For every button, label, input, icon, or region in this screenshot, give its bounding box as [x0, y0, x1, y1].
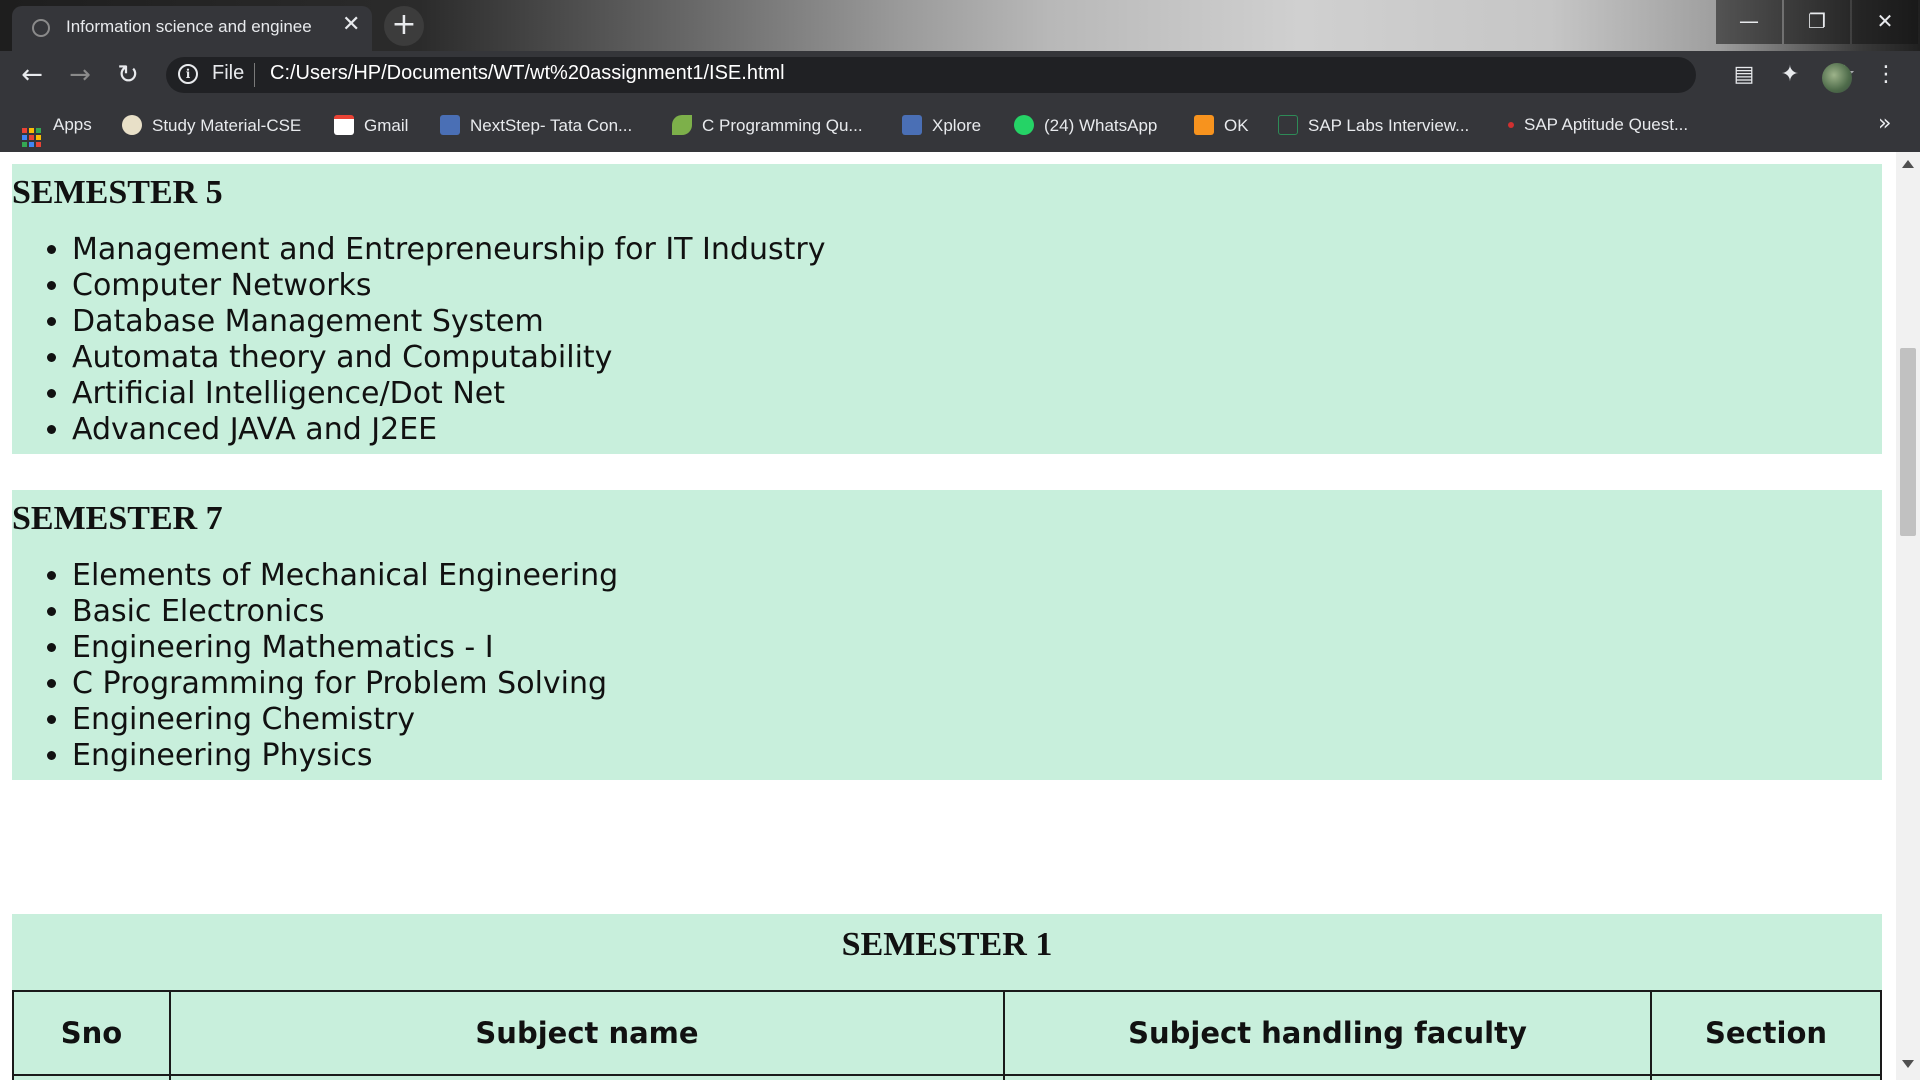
list-item: Engineering Mathematics - I — [72, 630, 618, 666]
bookmark-nextstep[interactable]: NextStep- Tata Con... — [440, 115, 632, 136]
address-bar[interactable]: i File C:/Users/HP/Documents/WT/wt%20ass… — [166, 57, 1856, 93]
semester-1-table: Sno Subject name Subject handling facult… — [12, 990, 1882, 1080]
apps-grid-icon — [22, 128, 41, 147]
menu-kebab-icon[interactable]: ⋮ — [1872, 61, 1900, 89]
browser-tab[interactable]: Information science and enginee ✕ — [12, 6, 372, 51]
semester-1-heading: SEMESTER 1 — [841, 926, 1053, 963]
semester-5-list: Management and Entrepreneurship for IT I… — [12, 232, 825, 448]
semester-7-section: SEMESTER 7 Elements of Mechanical Engine… — [12, 490, 1882, 780]
profile-avatar[interactable] — [1822, 63, 1852, 93]
list-item: Engineering Physics — [72, 738, 618, 774]
tab-title: Information science and enginee — [66, 17, 312, 36]
tata-icon — [902, 115, 922, 135]
globe-icon — [32, 19, 50, 37]
bookmark-ok[interactable]: OK — [1194, 115, 1249, 136]
table-cell — [169, 1074, 1005, 1080]
table-cell — [12, 1074, 171, 1080]
tata-icon — [440, 115, 460, 135]
scroll-up-arrow-icon[interactable] — [1902, 160, 1914, 168]
bookmarks-bar: Apps Study Material-CSE Gmail NextStep- … — [0, 99, 1920, 153]
bookmark-sap-aptitude[interactable]: SAP Aptitude Quest... — [1508, 115, 1688, 135]
page-content: SEMESTER 5 Management and Entrepreneursh… — [0, 152, 1896, 1080]
column-header-subject-name: Subject name — [169, 990, 1005, 1076]
sap-icon — [1278, 115, 1298, 135]
semester-5-heading: SEMESTER 5 — [12, 174, 223, 211]
semester-1-section: SEMESTER 1 Sno Subject name Subject hand… — [12, 914, 1882, 1080]
table-header-row: Sno Subject name Subject handling facult… — [12, 990, 1882, 1076]
study-material-icon — [122, 115, 142, 135]
vertical-scrollbar[interactable] — [1896, 152, 1920, 1080]
list-item: Engineering Chemistry — [72, 702, 618, 738]
leaf-icon — [672, 115, 692, 135]
back-arrow-icon[interactable]: ← — [12, 55, 52, 95]
bookmark-c-programming[interactable]: C Programming Qu... — [672, 115, 863, 136]
list-item: Management and Entrepreneurship for IT I… — [72, 232, 825, 268]
url-text[interactable]: C:/Users/HP/Documents/WT/wt%20assignment… — [270, 62, 785, 85]
whatsapp-icon — [1014, 115, 1034, 135]
column-header-faculty: Subject handling faculty — [1003, 990, 1652, 1076]
list-item: Artificial Intelligence/Dot Net — [72, 376, 825, 412]
semester-5-section: SEMESTER 5 Management and Entrepreneursh… — [12, 164, 1882, 454]
bookmark-gmail[interactable]: Gmail — [334, 115, 408, 136]
title-bar: Information science and enginee ✕ + — ❐ … — [0, 0, 1920, 51]
reload-icon[interactable]: ↻ — [108, 55, 148, 95]
bookmark-label: OK — [1224, 116, 1249, 135]
bookmark-label: Xplore — [932, 116, 982, 135]
minimize-button[interactable]: — — [1716, 0, 1782, 44]
column-header-sno: Sno — [12, 990, 171, 1076]
address-separator — [254, 63, 255, 87]
tab-close-icon[interactable]: ✕ — [342, 12, 360, 37]
table-cell — [1003, 1074, 1652, 1080]
bookmark-label: NextStep- Tata Con... — [470, 116, 633, 135]
bookmark-apps[interactable]: Apps — [22, 115, 92, 147]
bookmark-study-material[interactable]: Study Material-CSE — [122, 115, 301, 136]
forward-arrow-icon[interactable]: → — [60, 55, 100, 95]
close-window-button[interactable]: ✕ — [1852, 0, 1918, 44]
scroll-down-arrow-icon[interactable] — [1902, 1060, 1914, 1068]
bookmark-sap-labs[interactable]: SAP Labs Interview... — [1278, 115, 1469, 136]
list-item: Basic Electronics — [72, 594, 618, 630]
list-item: Database Management System — [72, 304, 825, 340]
bookmark-label: Study Material-CSE — [152, 116, 302, 135]
table-cell — [1650, 1074, 1882, 1080]
gmail-icon — [334, 115, 354, 135]
browser-toolbar: ← → ↻ i File C:/Users/HP/Documents/WT/wt… — [0, 51, 1920, 99]
list-item: Advanced JAVA and J2EE — [72, 412, 825, 448]
info-icon[interactable]: i — [178, 64, 198, 84]
column-header-section: Section — [1650, 990, 1882, 1076]
bookmark-xplore[interactable]: Xplore — [902, 115, 981, 136]
bookmarks-overflow-button[interactable]: » — [1878, 111, 1891, 136]
bookmark-label: C Programming Qu... — [702, 116, 863, 135]
dot-icon — [1508, 122, 1514, 128]
semester-7-list: Elements of Mechanical Engineering Basic… — [12, 558, 618, 774]
reading-list-icon[interactable]: ▤ — [1730, 61, 1758, 89]
bookmark-label: (24) WhatsApp — [1044, 116, 1158, 135]
restore-button[interactable]: ❐ — [1784, 0, 1850, 44]
extensions-puzzle-icon[interactable]: ✦ — [1776, 61, 1804, 89]
list-item: Elements of Mechanical Engineering — [72, 558, 618, 594]
bookmark-whatsapp[interactable]: (24) WhatsApp — [1014, 115, 1157, 136]
table-row — [12, 1074, 1882, 1080]
bookmark-label: SAP Aptitude Quest... — [1524, 115, 1689, 134]
scrollbar-thumb[interactable] — [1900, 348, 1916, 536]
bookmark-label: SAP Labs Interview... — [1308, 116, 1470, 135]
bookmark-label: Apps — [53, 115, 92, 134]
bookmark-label: Gmail — [364, 116, 409, 135]
ok-icon — [1194, 115, 1214, 135]
semester-7-heading: SEMESTER 7 — [12, 500, 223, 537]
new-tab-button[interactable]: + — [384, 6, 424, 46]
list-item: Automata theory and Computability — [72, 340, 825, 376]
scheme-label: File — [212, 62, 245, 84]
list-item: Computer Networks — [72, 268, 825, 304]
list-item: C Programming for Problem Solving — [72, 666, 618, 702]
